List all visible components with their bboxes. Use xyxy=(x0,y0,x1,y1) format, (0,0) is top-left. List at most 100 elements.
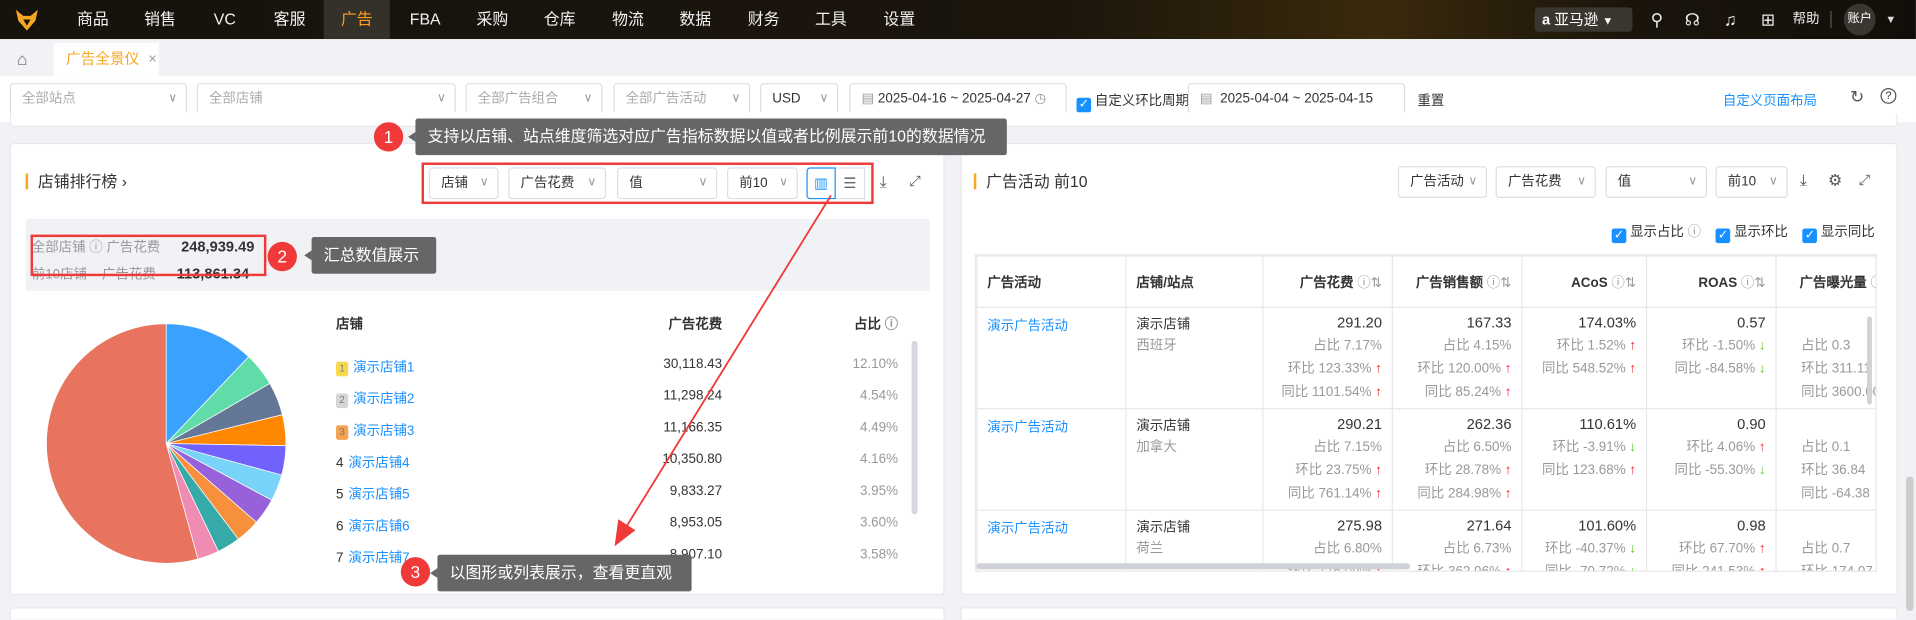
campaign-select[interactable]: 全部广告活动 ∨ xyxy=(613,83,751,115)
date-range-picker[interactable]: ▤ 2025-04-16 ~ 2025-04-27 ◷ xyxy=(849,83,1067,115)
toggle-checkbox[interactable]: ✓ 显示环比 xyxy=(1715,224,1788,244)
shop-ranking-title[interactable]: 店铺排行榜 › xyxy=(25,172,128,191)
campaign-link[interactable]: 演示广告活动 xyxy=(987,522,1068,537)
account-caret-icon[interactable]: ▼ xyxy=(1885,0,1896,39)
help-link[interactable]: 帮助 xyxy=(1793,0,1820,39)
shop-link[interactable]: 演示店铺4 xyxy=(348,456,409,471)
shop-link[interactable]: 演示店铺2 xyxy=(353,392,414,407)
portfolio-select[interactable]: 全部广告组合 ∨ xyxy=(465,83,603,115)
nav-item[interactable]: 工具 xyxy=(798,0,864,39)
chevron-down-icon: ∨ xyxy=(1768,174,1778,189)
expand-icon[interactable]: ⤢ xyxy=(1859,171,1871,189)
reset-button[interactable]: 重置 xyxy=(1417,90,1444,110)
arrow-up-icon: ↑ xyxy=(1501,384,1512,400)
spend-value: 10,350.80 xyxy=(662,452,723,467)
metric-cell: 0.57 环比 -1.50% ↓ 同比 -84.58% ↓ xyxy=(1645,306,1777,410)
nav-item[interactable]: 采购 xyxy=(459,0,525,39)
site-select[interactable]: 全部站点 ∨ xyxy=(9,83,187,115)
toggle-checkbox[interactable]: ✓ 显示同比 xyxy=(1802,225,1875,244)
nav-item[interactable]: 数据 xyxy=(662,0,728,39)
marketplace-switcher[interactable]: a 亚马逊 ▼ xyxy=(1534,7,1633,32)
home-icon[interactable]: ⌂ xyxy=(17,49,27,69)
metric-cell: 262.36 占比 6.50% 环比 28.78% ↑ 同比 284.98% ↑ xyxy=(1391,408,1523,511)
shop-rank-row: 6 演示店铺6 8,953.05 3.60% xyxy=(336,516,898,538)
chevron-down-icon: ∨ xyxy=(819,91,829,106)
nav-item[interactable]: 客服 xyxy=(257,0,323,39)
nav-item[interactable]: 商品 xyxy=(60,0,126,39)
chevron-right-icon: › xyxy=(121,172,128,191)
campaign-link[interactable]: 演示广告活动 xyxy=(987,319,1068,334)
metric-cell: 0.98 环比 67.70% ↑ 同比 241.53% ↑ xyxy=(1645,509,1777,571)
currency-select[interactable]: USD ∨ xyxy=(760,83,839,115)
col-header[interactable]: ROAS ⓘ⇅ xyxy=(1645,255,1777,308)
rank-medal-icon: 2 xyxy=(336,393,349,409)
bell-icon[interactable]: ♫ xyxy=(1720,10,1740,30)
nav-item[interactable]: FBA xyxy=(392,0,458,39)
nav-item[interactable]: 销售 xyxy=(127,0,193,39)
search-icon[interactable]: ⚲ xyxy=(1647,10,1667,30)
shop-link[interactable]: 演示店铺6 xyxy=(348,519,409,534)
page-scrollbar[interactable] xyxy=(1906,476,1914,611)
spend-value: 11,298.24 xyxy=(663,388,723,404)
refresh-icon[interactable]: ↻ xyxy=(1850,87,1864,108)
close-tab-icon[interactable]: × xyxy=(148,50,157,67)
campaign-mode-select[interactable]: 值 ∨ xyxy=(1605,166,1707,198)
settings-icon[interactable]: ⚙ xyxy=(1828,171,1842,191)
nav-item[interactable]: 广告 xyxy=(323,0,390,40)
table-horizontal-scrollbar[interactable] xyxy=(976,563,1411,570)
metric-compare-line: 同比 241.53% ↑ xyxy=(1657,561,1766,571)
shop-rank-row: 5 演示店铺5 9,833.27 3.95% xyxy=(336,484,898,506)
compare-date-range-picker[interactable]: ▤ 2025-04-04 ~ 2025-04-15 xyxy=(1187,83,1406,115)
expand-icon[interactable]: ⤢ xyxy=(909,172,921,190)
account-avatar[interactable]: 账户 xyxy=(1843,3,1876,36)
shop-link[interactable]: 演示店铺7 xyxy=(348,551,409,566)
shop-link[interactable]: 演示店铺3 xyxy=(353,424,414,439)
campaign-link[interactable]: 演示广告活动 xyxy=(987,420,1068,435)
col-header[interactable]: ACoS ⓘ⇅ xyxy=(1521,255,1648,308)
headset-icon[interactable]: ☊ xyxy=(1683,10,1703,30)
nav-item[interactable]: VC xyxy=(192,0,258,39)
col-header[interactable]: 广告销售额 ⓘ⇅ xyxy=(1391,255,1523,308)
metric-compare-line: 同比 3600.00 xyxy=(1801,384,1877,400)
spend-value: 30,118.43 xyxy=(663,356,723,372)
table-vertical-scrollbar[interactable] xyxy=(1867,316,1872,405)
campaign-dimension-select[interactable]: 广告活动 ∨ xyxy=(1397,166,1488,198)
ratio-value: 4.16% xyxy=(859,452,899,467)
fox-logo-icon[interactable] xyxy=(15,7,39,31)
col-header[interactable]: 广告曝光量 ⓘ⇅ xyxy=(1775,255,1876,308)
tab-ad-overview[interactable]: 广告全景仪 × xyxy=(53,42,159,76)
campaign-metric-select[interactable]: 广告花费 ∨ xyxy=(1495,166,1596,198)
metric-compare-line: 环比 120.00% ↑ xyxy=(1417,361,1512,377)
help-sort-icon[interactable]: ⓘ⇅ xyxy=(1867,276,1875,291)
shop-site-cell: 演示店铺 加拿大 xyxy=(1125,408,1264,511)
download-icon[interactable]: ⤓ xyxy=(880,172,887,192)
toggle-checkbox[interactable]: ✓ 显示占比 ⓘ xyxy=(1611,225,1701,244)
shop-select[interactable]: 全部店铺 ∨ xyxy=(196,83,456,115)
col-header-spend: 广告花费 xyxy=(668,317,723,333)
help-sort-icon[interactable]: ⓘ⇅ xyxy=(1354,276,1382,291)
campaign-top-n-select[interactable]: 前10 ∨ xyxy=(1715,166,1788,198)
shop-spend-pie-chart xyxy=(46,323,287,564)
nav-item[interactable]: 仓库 xyxy=(527,0,593,39)
ratio-value: 3.60% xyxy=(859,515,899,531)
custom-layout-link[interactable]: 自定义页面布局 xyxy=(1723,90,1817,110)
metric-cell: 174.03% 环比 1.52% ↑ 同比 548.52% ↑ xyxy=(1521,306,1648,410)
apps-grid-icon[interactable]: ⊞ xyxy=(1758,10,1778,30)
help-sort-icon[interactable]: ⓘ⇅ xyxy=(1483,276,1512,291)
nav-item[interactable]: 物流 xyxy=(595,0,661,39)
clock-icon: ◷ xyxy=(1034,91,1047,107)
help-sort-icon[interactable]: ⓘ⇅ xyxy=(1608,276,1636,291)
col-header[interactable]: 广告花费 ⓘ⇅ xyxy=(1262,255,1393,308)
toggle-label: 显示环比 xyxy=(1734,224,1788,240)
list-scrollbar[interactable] xyxy=(911,340,918,515)
help-sort-icon[interactable]: ⓘ⇅ xyxy=(1737,276,1766,291)
download-icon[interactable]: ⤓ xyxy=(1800,171,1807,191)
nav-item[interactable]: 财务 xyxy=(731,0,797,39)
help-icon[interactable]: ? xyxy=(1880,87,1897,104)
nav-item[interactable]: 设置 xyxy=(866,0,932,39)
chevron-down-icon: ∨ xyxy=(1577,174,1587,189)
shop-link[interactable]: 演示店铺5 xyxy=(348,488,409,503)
metric-value: 291.20 xyxy=(1337,314,1382,332)
custom-compare-checkbox[interactable]: ✓ 自定义环比周期 xyxy=(1076,90,1189,113)
shop-link[interactable]: 演示店铺1 xyxy=(353,360,414,375)
